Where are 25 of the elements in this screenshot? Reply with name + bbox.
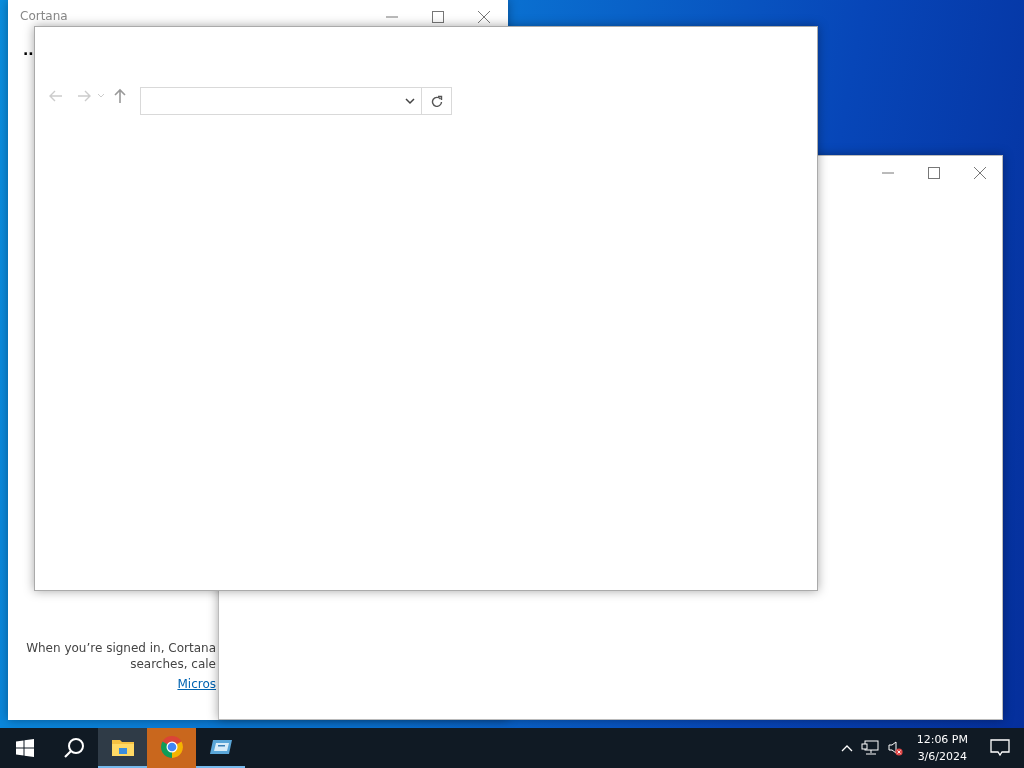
maximize-button[interactable] xyxy=(431,10,445,24)
address-field[interactable] xyxy=(140,87,422,115)
refresh-icon xyxy=(430,95,443,107)
maximize-button[interactable] xyxy=(927,166,941,180)
notification-icon[interactable] xyxy=(990,739,1010,757)
clock-date[interactable]: 3/6/2024 xyxy=(917,748,968,765)
message-line: When you’re signed in, Cortana xyxy=(26,640,216,656)
privacy-link[interactable]: Micros xyxy=(177,676,216,692)
screen-icon xyxy=(208,738,233,756)
taskbar-app[interactable] xyxy=(98,728,147,768)
message-line: searches, cale xyxy=(130,656,216,672)
browser-icon xyxy=(159,735,184,759)
close-button[interactable] xyxy=(477,10,491,24)
dropdown-icon[interactable] xyxy=(405,97,415,105)
ellipsis-text: .. xyxy=(23,42,34,58)
network-icon[interactable] xyxy=(860,740,879,756)
refresh-button[interactable] xyxy=(422,87,452,115)
clock-time[interactable]: 12:06 PM xyxy=(916,731,968,748)
windows-logo-icon[interactable] xyxy=(15,739,34,757)
search-icon[interactable] xyxy=(62,737,85,759)
window-title: Cortana xyxy=(20,9,68,23)
speaker-icon[interactable] xyxy=(886,740,903,756)
folder-icon xyxy=(110,737,135,757)
close-button[interactable] xyxy=(973,166,987,180)
chevron-up-icon[interactable] xyxy=(840,744,853,752)
